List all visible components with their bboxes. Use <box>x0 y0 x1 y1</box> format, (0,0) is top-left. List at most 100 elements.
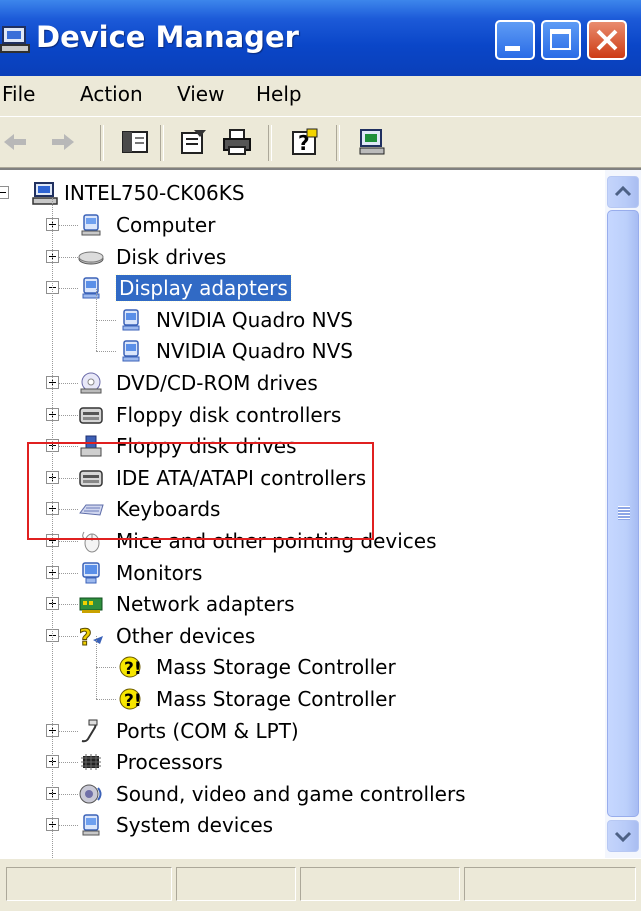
port-icon <box>81 719 98 743</box>
tree-category[interactable]: Monitors <box>0 558 600 588</box>
chevron-up-icon <box>614 185 632 197</box>
tree-item-label: Monitors <box>116 561 203 585</box>
menu-action[interactable]: Action <box>80 82 143 106</box>
device-tree[interactable]: INTEL750-CK06KS Computer Disk drives Displ… <box>0 168 605 858</box>
tree-item-label: Computer <box>116 213 216 237</box>
tree-category[interactable]: Floppy disk controllers <box>0 400 600 430</box>
scroll-thumb[interactable] <box>607 210 639 817</box>
tree-connector-line <box>58 825 78 826</box>
tree-category[interactable]: Computer <box>0 210 600 240</box>
tree-category[interactable]: Ports (COM & LPT) <box>0 716 600 746</box>
vertical-scrollbar[interactable] <box>605 168 641 858</box>
tree-connector-line <box>96 636 97 667</box>
computer-icon <box>81 214 101 236</box>
tree-category[interactable]: Disk drives <box>0 242 600 272</box>
menu-bar: File Action View Help <box>0 76 641 116</box>
tree-connector-line <box>58 541 78 542</box>
tree-connector-line <box>58 604 78 605</box>
tree-connector-line <box>58 415 78 416</box>
status-bar <box>0 858 641 911</box>
sound-icon <box>79 784 102 804</box>
menu-file[interactable]: File <box>2 82 35 106</box>
computer-icon <box>32 182 58 205</box>
scroll-down-button[interactable] <box>607 820 639 852</box>
cd-drive-icon <box>80 372 102 394</box>
tree-item-label: Mass Storage Controller <box>156 687 396 711</box>
svg-text:?!: ?! <box>124 691 142 711</box>
tree-root[interactable]: INTEL750-CK06KS <box>0 178 600 208</box>
properties-icon[interactable] <box>178 127 208 157</box>
window-title: Device Manager <box>36 20 299 54</box>
tree-category[interactable]: System devices <box>0 810 600 840</box>
svg-text:?!: ?! <box>124 659 142 679</box>
tree-connector-line <box>96 320 97 351</box>
menu-help[interactable]: Help <box>256 82 302 106</box>
tree-category[interactable]: DVD/CD-ROM drives <box>0 368 600 398</box>
tree-connector-line <box>58 731 78 732</box>
show-hide-console-tree-icon[interactable] <box>120 127 150 157</box>
scan-for-hardware-changes-icon[interactable] <box>358 127 388 157</box>
tree-item-label: Display adapters <box>115 274 292 302</box>
tree-connector-line <box>96 667 116 668</box>
status-pane <box>6 867 172 901</box>
tree-item-label: Ports (COM & LPT) <box>116 719 299 743</box>
grip-icon <box>618 506 630 520</box>
tree-connector-line <box>96 320 116 321</box>
tree-connector-line <box>58 573 78 574</box>
close-icon <box>596 29 618 51</box>
monitor-icon <box>82 562 100 584</box>
tree-connector-line <box>96 668 97 699</box>
tree-item-label: Disk drives <box>116 245 227 269</box>
display-adapter-icon <box>82 277 100 299</box>
tree-child-item[interactable]: ?! Mass Storage Controller <box>0 636 600 682</box>
title-bar[interactable]: Device Manager <box>0 0 641 76</box>
display-adapter-icon <box>122 340 140 362</box>
tree-category[interactable]: Network adapters <box>0 589 600 619</box>
tree-category[interactable]: Processors <box>0 747 600 777</box>
tree-connector-line <box>58 288 78 289</box>
computer-name: INTEL750-CK06KS <box>64 181 245 205</box>
scroll-up-button[interactable] <box>607 176 639 208</box>
tree-item-label: Processors <box>116 750 223 774</box>
menu-view[interactable]: View <box>177 82 224 106</box>
toolbar-separator <box>336 125 340 161</box>
display-adapter-icon <box>122 309 140 331</box>
forward-arrow-icon[interactable] <box>48 127 78 157</box>
tree-connector-line <box>96 351 116 352</box>
collapse-toggle[interactable] <box>0 186 9 199</box>
status-pane <box>464 867 636 901</box>
close-button[interactable] <box>587 20 627 60</box>
tree-connector-line <box>58 225 78 226</box>
tree-category[interactable]: Sound, video and game controllers <box>0 779 600 809</box>
controller-icon <box>79 407 103 424</box>
minimize-button[interactable] <box>495 20 535 60</box>
print-icon[interactable] <box>222 127 252 157</box>
unknown-device-icon: ? <box>79 626 103 648</box>
tree-category[interactable]: ? Other devices <box>0 621 600 651</box>
tree-child-item[interactable]: NVIDIA Quadro NVS <box>0 320 600 366</box>
svg-text:?: ? <box>79 626 92 648</box>
tree-connector-line <box>58 794 78 795</box>
warning-device-icon: ?! <box>119 656 142 679</box>
toolbar-separator <box>100 125 104 161</box>
help-icon[interactable]: ? <box>290 127 320 157</box>
tree-item-label: Mass Storage Controller <box>156 655 396 679</box>
maximize-button[interactable] <box>541 20 581 60</box>
tree-child-item[interactable]: NVIDIA Quadro NVS <box>0 289 600 335</box>
tree-item-label: Floppy disk controllers <box>116 403 342 427</box>
tree-category[interactable]: Display adapters <box>0 273 600 303</box>
back-arrow-icon[interactable] <box>0 127 30 157</box>
tree-item-label: DVD/CD-ROM drives <box>116 371 318 395</box>
tree-connector-line <box>96 699 116 700</box>
status-pane <box>300 867 460 901</box>
tree-connector-line <box>58 383 78 384</box>
tree-child-item[interactable]: ?! Mass Storage Controller <box>0 668 600 714</box>
tree-item-label: Network adapters <box>116 592 295 616</box>
device-manager-icon <box>0 26 30 53</box>
tree-connector-line <box>58 257 78 258</box>
tree-connector-line <box>58 636 78 637</box>
network-adapter-icon <box>79 597 103 613</box>
tree-item-label: Sound, video and game controllers <box>116 782 466 806</box>
annotation-highlight-box <box>27 442 374 540</box>
system-device-icon <box>82 814 100 836</box>
